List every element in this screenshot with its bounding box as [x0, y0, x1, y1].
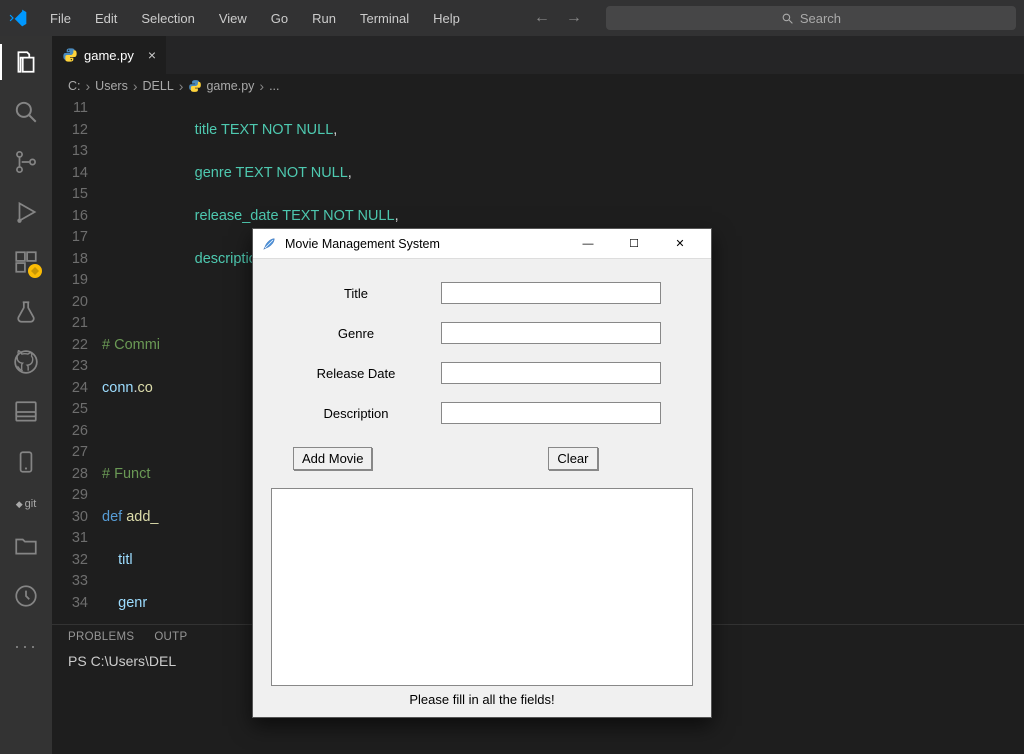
terminal-prompt: PS C:\Users\DEL: [68, 653, 176, 669]
tab-close-icon[interactable]: ×: [148, 47, 156, 63]
menu-go[interactable]: Go: [261, 7, 298, 30]
label-genre: Genre: [271, 326, 441, 341]
menu-terminal[interactable]: Terminal: [350, 7, 419, 30]
explorer-icon[interactable]: [12, 48, 40, 76]
chevron-right-icon: ›: [258, 78, 265, 94]
nav-back-icon[interactable]: ←: [534, 9, 550, 27]
menu-view[interactable]: View: [209, 7, 257, 30]
add-movie-button[interactable]: Add Movie: [293, 447, 372, 470]
titlebar: File Edit Selection View Go Run Terminal…: [0, 0, 1024, 36]
vscode-logo-icon: [8, 8, 28, 28]
search-placeholder: Search: [800, 11, 841, 26]
tk-body: Title Genre Release Date Description Add…: [253, 259, 711, 717]
tk-window: Movie Management System — ☐ ✕ Title Genr…: [252, 228, 712, 718]
breadcrumb-part[interactable]: C:: [68, 79, 81, 93]
extensions-badge: [28, 264, 42, 278]
device-icon[interactable]: [12, 448, 40, 476]
input-release-date[interactable]: [441, 362, 661, 384]
input-title[interactable]: [441, 282, 661, 304]
chevron-right-icon: ›: [85, 78, 92, 94]
github-icon[interactable]: [12, 348, 40, 376]
breadcrumb-file[interactable]: game.py: [206, 79, 254, 93]
label-title: Title: [271, 286, 441, 301]
menu-edit[interactable]: Edit: [85, 7, 127, 30]
movie-listbox[interactable]: [271, 488, 693, 686]
tk-close-button[interactable]: ✕: [657, 229, 703, 259]
extensions-icon[interactable]: [12, 248, 40, 276]
clear-button[interactable]: Clear: [548, 447, 597, 470]
input-genre[interactable]: [441, 322, 661, 344]
status-message: Please fill in all the fields!: [271, 686, 693, 709]
panel-tab-problems[interactable]: PROBLEMS: [68, 631, 134, 643]
source-control-icon[interactable]: [12, 148, 40, 176]
tab-game-py[interactable]: game.py ×: [52, 36, 166, 74]
nav-forward-icon[interactable]: →: [566, 9, 582, 27]
label-release-date: Release Date: [271, 366, 441, 381]
label-description: Description: [271, 406, 441, 421]
remote-explorer-icon[interactable]: [12, 398, 40, 426]
search-icon: [781, 12, 794, 25]
run-debug-icon[interactable]: [12, 198, 40, 226]
more-icon[interactable]: ···: [12, 632, 40, 660]
panel-tab-output[interactable]: OUTP: [154, 631, 187, 643]
breadcrumb[interactable]: C: › Users › DELL › game.py › ...: [52, 74, 1024, 98]
editor-tabs: game.py ×: [52, 36, 1024, 74]
git-indicator[interactable]: ◆git: [16, 498, 37, 510]
nav-arrows: ← →: [534, 9, 582, 27]
line-gutter: 1112131415161718192021222324252627282930…: [52, 98, 102, 624]
breadcrumb-part[interactable]: Users: [95, 79, 128, 93]
search-sidebar-icon[interactable]: [12, 98, 40, 126]
menu-file[interactable]: File: [40, 7, 81, 30]
chevron-right-icon: ›: [178, 78, 185, 94]
menu-help[interactable]: Help: [423, 7, 470, 30]
chevron-right-icon: ›: [132, 78, 139, 94]
editor-area: game.py × C: › Users › DELL › game.py › …: [52, 36, 1024, 754]
feather-icon: [261, 236, 277, 252]
folder-icon[interactable]: [12, 532, 40, 560]
python-file-icon: [62, 47, 78, 63]
tk-maximize-button[interactable]: ☐: [611, 229, 657, 259]
menu-run[interactable]: Run: [302, 7, 346, 30]
tk-titlebar[interactable]: Movie Management System — ☐ ✕: [253, 229, 711, 259]
menu-selection[interactable]: Selection: [131, 7, 204, 30]
tk-window-title: Movie Management System: [285, 237, 565, 251]
breadcrumb-ellipsis[interactable]: ...: [269, 79, 279, 93]
timeline-icon[interactable]: [12, 582, 40, 610]
tk-minimize-button[interactable]: —: [565, 229, 611, 259]
global-search-input[interactable]: Search: [606, 6, 1016, 30]
tab-filename: game.py: [84, 48, 134, 63]
input-description[interactable]: [441, 402, 661, 424]
testing-icon[interactable]: [12, 298, 40, 326]
activitybar: ◆git ···: [0, 36, 52, 754]
breadcrumb-part[interactable]: DELL: [143, 79, 174, 93]
python-file-icon: [188, 79, 202, 94]
